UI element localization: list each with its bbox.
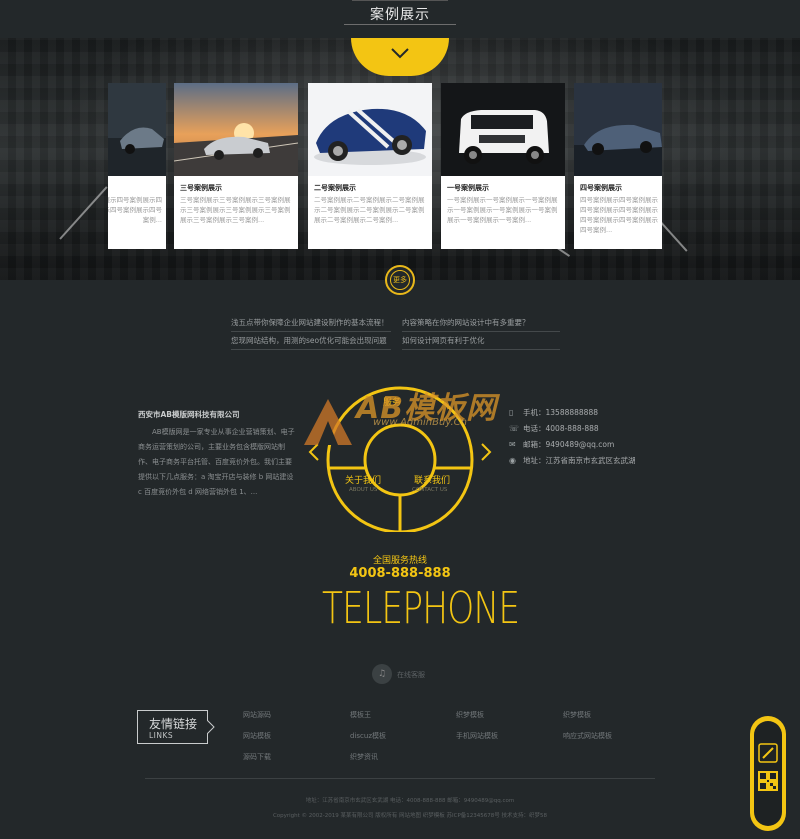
header-divider [344,24,456,25]
case-text: 一号案例展示一号案例展示一号案例展示一号案例展示一号案例展示一号案例展示一号案例… [447,196,558,224]
case-image [174,83,298,176]
case-title: 二号案例展示 [314,184,356,192]
news-column-right: 内容策略在你的网站设计中有多重要？ 如何设计网页有利于优化 [402,314,560,350]
watermark-url: www.AdminBuy.Cn [373,417,467,428]
friend-link[interactable]: 手机网站模板 [456,731,498,741]
footer-contact-line: 地址：江苏省南京市玄武区玄武湖 电话：4008-888-888 邮箱：94904… [305,798,515,804]
contact-us-sub: CONTACT US [412,487,448,493]
telephone-word: TELEPHONE [322,583,520,634]
friend-link[interactable]: 网站模板 [243,731,271,741]
case-card[interactable]: 三号案例展示 三号案例展示三号案例展示三号案例展示三号案例展示三号案例展示三号案… [174,83,298,249]
mail-icon: ✉ [509,440,516,449]
contact-value: 4008-888-888 [545,424,599,433]
friend-link[interactable]: 网站源码 [243,710,271,720]
news-column-left: 浅五点带你保障企业网站建设制作的基本流程！ 您现网站结构，用测的seo优化可能会… [231,314,391,350]
case-card[interactable]: 四号案例展示四号案例展示四号案例展示四号案例展示四号案例... [108,83,166,249]
case-card[interactable]: 一号案例展示 一号案例展示一号案例展示一号案例展示一号案例展示一号案例展示一号案… [441,83,565,249]
contact-address: ◉ 地址：江苏省南京市玄武区玄武湖 [509,454,636,468]
links-title: 友情链接 [149,717,198,731]
about-us-sub: ABOUT US [349,487,378,493]
company-intro: AB模版网是一家专业从事企业营销策划、电子商务运营策划的公司，主要业务包含模版网… [138,428,295,496]
more-label: 更多 [390,270,410,290]
friend-link[interactable]: 织梦模板 [456,710,484,720]
contact-value: 江苏省南京市玄武区玄武湖 [545,456,636,465]
news-link[interactable]: 如何设计网页有利于优化 [402,332,560,350]
contact-label: 手机： [523,408,546,417]
links-subtitle: LINKS [149,731,174,740]
footer-divider [145,778,655,779]
links-arrow-icon [207,720,215,734]
footer-copyright: Copyright © 2002-2019 某某有限公司 版权所有 网站地图 织… [272,813,548,819]
contact-value: 9490489@qq.com [545,440,615,449]
case-text: 三号案例展示三号案例展示三号案例展示三号案例展示三号案例展示三号案例展示三号案例… [180,196,291,224]
friend-link[interactable]: discuz模板 [350,731,386,741]
contact-mobile: ▯ 手机：13588888888 [509,406,598,420]
about-us-link[interactable]: 关于我们 [345,473,381,486]
headset-icon[interactable]: ♫ [372,664,392,684]
watermark-logo-icon [304,399,352,445]
case-title: 四号案例展示 [580,184,622,192]
telephone-icon: ☏ [509,424,520,433]
contact-label: 电话： [523,424,546,433]
location-icon: ◉ [509,456,516,465]
hotline-number: 4008-888-888 [349,566,451,581]
case-image [441,83,565,176]
qrcode-icon[interactable] [758,771,778,791]
case-card[interactable]: 二号案例展示 二号案例展示二号案例展示二号案例展示二号案例展示二号案例展示二号案… [308,83,432,249]
more-button[interactable]: 更多 [385,265,415,295]
case-title: 三号案例展示 [180,184,222,192]
online-service-label[interactable]: 在线客服 [397,670,425,680]
case-showcase: 四号案例展示四号案例展示四号案例展示四号案例展示四号案例... 三号案例展示 三… [0,38,800,280]
case-text: 四号案例展示四号案例展示四号案例展示四号案例展示四号案例... [108,196,162,224]
case-image [108,83,166,176]
news-link[interactable]: 浅五点带你保障企业网站建设制作的基本流程！ [231,314,391,332]
case-card[interactable]: 四号案例展示 四号案例展示四号案例展示四号案例展示四号案例展示四号案例展示四号案… [574,83,662,249]
scroll-down-tab[interactable] [351,38,449,76]
section-header: 案例展示 [0,0,800,38]
contact-email: ✉ 邮箱：9490489@qq.com [509,438,614,452]
news-link[interactable]: 您现网站结构，用测的seo优化可能会出现问题 [231,332,391,350]
contact-value: 13588888888 [545,408,599,417]
contact-telephone: ☏ 电话：4008-888-888 [509,422,599,436]
phone-icon: ▯ [509,408,514,417]
friend-link[interactable]: 模板王 [350,710,371,720]
floor-line [59,186,108,240]
case-image [308,83,432,176]
contact-label: 地址： [523,456,546,465]
chevron-down-icon [391,48,409,59]
case-title: 一号案例展示 [447,184,489,192]
section-title: 案例展示 [370,7,430,23]
contact-us-link[interactable]: 联系我们 [414,473,450,486]
contact-label: 邮箱： [523,440,546,449]
company-name: 西安市AB模版网科技有限公司 [138,410,240,419]
edit-icon[interactable] [758,743,778,763]
floating-service-widget [750,716,786,831]
case-text: 四号案例展示四号案例展示四号案例展示四号案例展示四号案例展示四号案例展示四号案例… [580,196,658,234]
hotline-title: 全国服务热线 [372,556,427,566]
friend-link[interactable]: 源码下载 [243,752,271,762]
friend-link[interactable]: 织梦模板 [563,710,591,720]
case-image [574,83,662,176]
friend-link[interactable]: 织梦资讯 [350,752,378,762]
news-link[interactable]: 内容策略在你的网站设计中有多重要？ [402,314,560,332]
case-text: 二号案例展示二号案例展示二号案例展示二号案例展示二号案例展示二号案例展示二号案例… [314,196,425,224]
friend-link[interactable]: 响应式网站模板 [563,731,612,741]
floating-widget-body [754,721,782,826]
header-top-divider [352,0,448,1]
